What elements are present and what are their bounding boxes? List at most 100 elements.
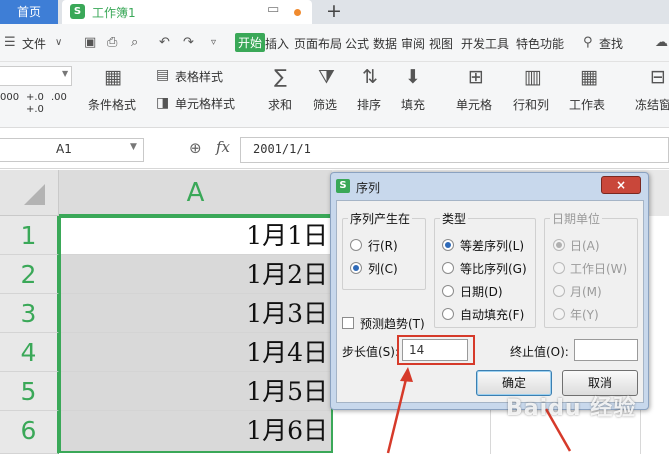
increase-decimal[interactable]: +.0 bbox=[26, 92, 44, 103]
row-header-2[interactable]: 2 bbox=[0, 255, 59, 294]
radio-autofill-label[interactable]: 自动填充(F) bbox=[460, 306, 524, 323]
cell-button[interactable]: 单元格 bbox=[456, 96, 492, 113]
tab-home[interactable]: 首页 bbox=[0, 0, 58, 24]
menu-file[interactable]: 文件 bbox=[22, 35, 46, 52]
filter-button[interactable]: 筛选 bbox=[313, 96, 337, 113]
chevron-down-icon[interactable]: ▼ bbox=[130, 142, 137, 152]
sort-button[interactable]: 排序 bbox=[357, 96, 381, 113]
highlight-box bbox=[397, 335, 475, 365]
format-decimals-a[interactable]: 000 bbox=[0, 92, 19, 103]
row-header-1[interactable]: 1 bbox=[0, 216, 59, 255]
cell-a3[interactable]: 1月3日 bbox=[59, 294, 332, 333]
radio-autofill[interactable] bbox=[442, 308, 454, 320]
radio-year bbox=[553, 308, 565, 320]
stop-value-input[interactable] bbox=[574, 339, 638, 361]
radio-column-label[interactable]: 列(C) bbox=[368, 260, 398, 277]
annotation-arrow-icon bbox=[386, 367, 413, 454]
radio-day bbox=[553, 239, 565, 251]
menu-home[interactable]: 开始 bbox=[235, 33, 266, 52]
cell-a6[interactable]: 1月6日 bbox=[59, 411, 332, 453]
row-header-6[interactable]: 6 bbox=[0, 411, 59, 454]
decimal-places[interactable]: +.0 bbox=[26, 104, 44, 115]
row-header-3[interactable]: 3 bbox=[0, 294, 59, 333]
dialog-title: 序列 bbox=[356, 181, 381, 195]
freeze-icon[interactable]: ⊟ bbox=[650, 66, 666, 88]
cell-a2[interactable]: 1月2日 bbox=[59, 255, 332, 294]
radio-year-label: 年(Y) bbox=[570, 308, 599, 322]
menu-special[interactable]: 特色功能 bbox=[516, 35, 564, 52]
table-style-button[interactable]: 表格样式 bbox=[175, 68, 223, 85]
hamburger-icon[interactable]: ☰ bbox=[4, 35, 16, 50]
radio-date[interactable] bbox=[442, 285, 454, 297]
radio-arithmetic[interactable] bbox=[442, 239, 454, 251]
fx-icon[interactable]: fx bbox=[216, 138, 230, 156]
trend-checkbox-label[interactable]: 预测趋势(T) bbox=[360, 315, 425, 332]
worksheet-button[interactable]: 工作表 bbox=[569, 96, 605, 113]
print-icon[interactable]: ⎙ bbox=[107, 35, 117, 50]
radio-weekday-label: 工作日(W) bbox=[570, 262, 628, 276]
stop-value-label: 终止值(O): bbox=[510, 345, 569, 359]
tab-workbook[interactable]: S 工作簿1 ▭ bbox=[62, 0, 312, 24]
name-box[interactable] bbox=[0, 138, 144, 162]
trend-checkbox[interactable] bbox=[342, 317, 354, 329]
select-all-triangle-icon bbox=[24, 184, 45, 205]
sum-icon[interactable]: ∑ bbox=[274, 66, 287, 88]
undo-icon[interactable]: ↶ bbox=[159, 35, 170, 50]
radio-row[interactable] bbox=[350, 239, 362, 251]
table-style-icon[interactable]: ▤ bbox=[156, 64, 169, 86]
cell-style-button[interactable]: 单元格样式 bbox=[175, 95, 235, 112]
fill-button[interactable]: 填充 bbox=[401, 96, 425, 113]
worksheet-icon[interactable]: ▦ bbox=[580, 66, 598, 88]
sort-icon[interactable]: ⇅ bbox=[362, 66, 378, 88]
step-value-label: 步长值(S): bbox=[342, 345, 400, 359]
more-chevron-icon[interactable]: ▿ bbox=[211, 37, 216, 48]
radio-geometric[interactable] bbox=[442, 262, 454, 274]
rows-cols-button[interactable]: 行和列 bbox=[513, 96, 549, 113]
row-header-4[interactable]: 4 bbox=[0, 333, 59, 372]
group-series-in bbox=[342, 218, 426, 290]
cloud-icon[interactable]: ☁ bbox=[655, 35, 668, 50]
radio-column[interactable] bbox=[350, 262, 362, 274]
group-series-in-title: 序列产生在 bbox=[348, 210, 413, 227]
cell-style-icon[interactable]: ◨ bbox=[156, 92, 169, 114]
conditional-format-icon[interactable]: ▦ bbox=[104, 66, 122, 88]
menu-review[interactable]: 审阅 bbox=[401, 35, 425, 52]
spreadsheet-logo-icon: S bbox=[70, 4, 85, 19]
menu-page-layout[interactable]: 页面布局 bbox=[294, 35, 342, 52]
radio-date-label[interactable]: 日期(D) bbox=[460, 283, 503, 300]
decrease-decimal[interactable]: .00 bbox=[51, 92, 67, 103]
search-icon[interactable]: ⚲ bbox=[583, 35, 593, 50]
fill-icon[interactable]: ⬇ bbox=[405, 66, 421, 88]
chevron-down-icon[interactable]: ∨ bbox=[55, 37, 62, 48]
print-preview-icon[interactable]: ⌕ bbox=[131, 35, 138, 50]
filter-icon[interactable]: ⧩ bbox=[318, 66, 335, 88]
search-label[interactable]: 查找 bbox=[599, 35, 623, 52]
chevron-down-icon[interactable]: ▼ bbox=[62, 69, 68, 78]
close-icon[interactable]: × bbox=[601, 176, 641, 194]
sum-button[interactable]: 求和 bbox=[268, 96, 292, 113]
menu-insert[interactable]: 插入 bbox=[265, 35, 289, 52]
freeze-button[interactable]: 冻结窗 bbox=[635, 96, 669, 113]
menu-data[interactable]: 数据 bbox=[373, 35, 397, 52]
name-box-value: A1 bbox=[56, 142, 72, 156]
column-header-a[interactable]: A bbox=[59, 170, 332, 216]
row-header-5[interactable]: 5 bbox=[0, 372, 59, 411]
cell-a1[interactable]: 1月1日 bbox=[59, 216, 332, 255]
redo-icon[interactable]: ↷ bbox=[183, 35, 194, 50]
menu-view[interactable]: 视图 bbox=[429, 35, 453, 52]
menu-formula[interactable]: 公式 bbox=[345, 35, 369, 52]
monitor-icon[interactable]: ▭ bbox=[267, 2, 279, 17]
cell-a4[interactable]: 1月4日 bbox=[59, 333, 332, 372]
radio-row-label[interactable]: 行(R) bbox=[368, 237, 398, 254]
formula-value: 2001/1/1 bbox=[253, 142, 311, 156]
new-tab-icon[interactable]: + bbox=[326, 0, 342, 22]
rows-cols-icon[interactable]: ▥ bbox=[524, 66, 542, 88]
radio-geometric-label[interactable]: 等比序列(G) bbox=[460, 260, 527, 277]
cell-icon[interactable]: ⊞ bbox=[468, 66, 484, 88]
radio-arithmetic-label[interactable]: 等差序列(L) bbox=[460, 237, 524, 254]
save-icon[interactable]: ▣ bbox=[84, 35, 96, 50]
menu-developer[interactable]: 开发工具 bbox=[461, 35, 509, 52]
cell-a5[interactable]: 1月5日 bbox=[59, 372, 332, 411]
cond-format-button[interactable]: 条件格式 bbox=[88, 96, 136, 113]
zoom-icon[interactable]: ⊕ bbox=[189, 139, 202, 157]
